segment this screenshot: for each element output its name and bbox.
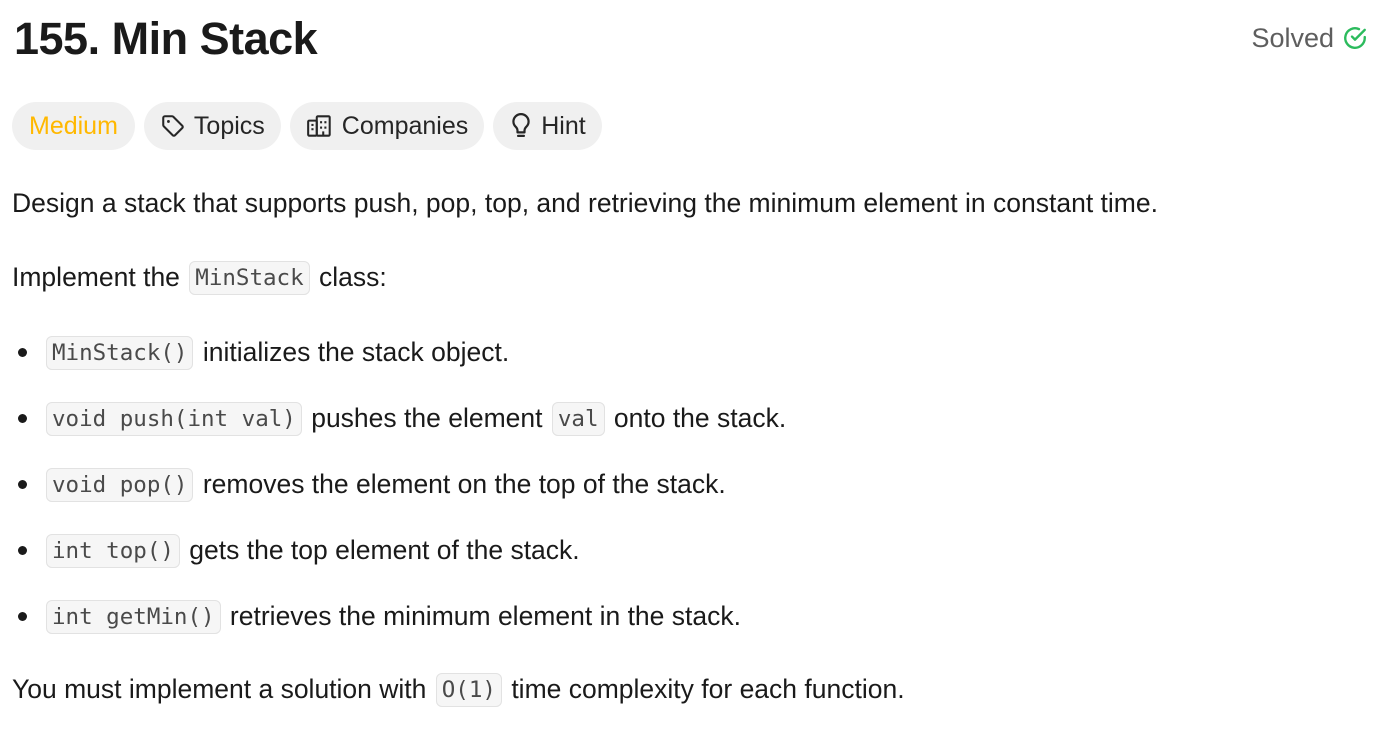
method-signature-code: int top() [46,534,180,568]
solved-label: Solved [1251,23,1334,53]
hint-button[interactable]: Hint [493,102,602,150]
bullet-dot [18,480,27,489]
problem-title[interactable]: 155. Min Stack [14,10,318,68]
bullet-dot [18,414,27,423]
class-name-code: MinStack [189,261,310,295]
list-item: int top() gets the top element of the st… [12,528,786,594]
topics-label: Topics [193,111,265,140]
implement-statement: Implement the MinStack class: [12,257,387,299]
method-signature-code: int getMin() [46,600,221,634]
lightbulb-icon [509,112,533,140]
method-description: pushes the element [303,403,550,433]
parameter-code: val [551,402,605,436]
hint-label: Hint [541,111,586,140]
list-item: int getMin() retrieves the minimum eleme… [12,594,786,660]
list-item: void push(int val) pushes the element va… [12,396,786,462]
difficulty-label: Medium [29,111,118,140]
solved-status: Solved [1251,22,1368,54]
bullet-dot [18,546,27,555]
implement-prefix: Implement the [12,262,188,292]
companies-button[interactable]: Companies [289,102,485,150]
method-description-suffix: onto the stack. [606,403,787,433]
method-signature-code: MinStack() [46,336,194,370]
method-description: initializes the stack object. [195,337,510,367]
method-description: retrieves the minimum element in the sta… [222,601,741,631]
method-description: removes the element on the top of the st… [195,469,726,499]
bullet-dot [18,348,27,357]
topics-button[interactable]: Topics [143,102,281,150]
bullet-dot [18,612,27,621]
complexity-code: O(1) [435,673,502,707]
difficulty-badge[interactable]: Medium [12,102,135,150]
complexity-prefix: You must implement a solution with [12,674,434,704]
method-description: gets the top element of the stack. [181,535,580,565]
method-signature-code: void pop() [46,468,194,502]
list-item: MinStack() initializes the stack object. [12,330,786,396]
problem-description-panel: 155. Min Stack Solved Medium Topics Comp… [12,0,1372,736]
method-signature-code: void push(int val) [46,402,302,436]
building-icon [306,113,334,139]
problem-tags: Medium Topics Companies Hint [12,102,602,150]
problem-header: 155. Min Stack Solved [12,10,1368,70]
check-circle-icon [1342,25,1368,51]
methods-list: MinStack() initializes the stack object.… [12,330,786,660]
problem-intro: Design a stack that supports push, pop, … [12,188,1158,218]
companies-label: Companies [341,111,469,140]
complexity-requirement: You must implement a solution with O(1) … [12,669,905,711]
list-item: void pop() removes the element on the to… [12,462,786,528]
implement-suffix: class: [311,262,387,292]
tag-icon [160,113,186,139]
complexity-suffix: time complexity for each function. [503,674,905,704]
